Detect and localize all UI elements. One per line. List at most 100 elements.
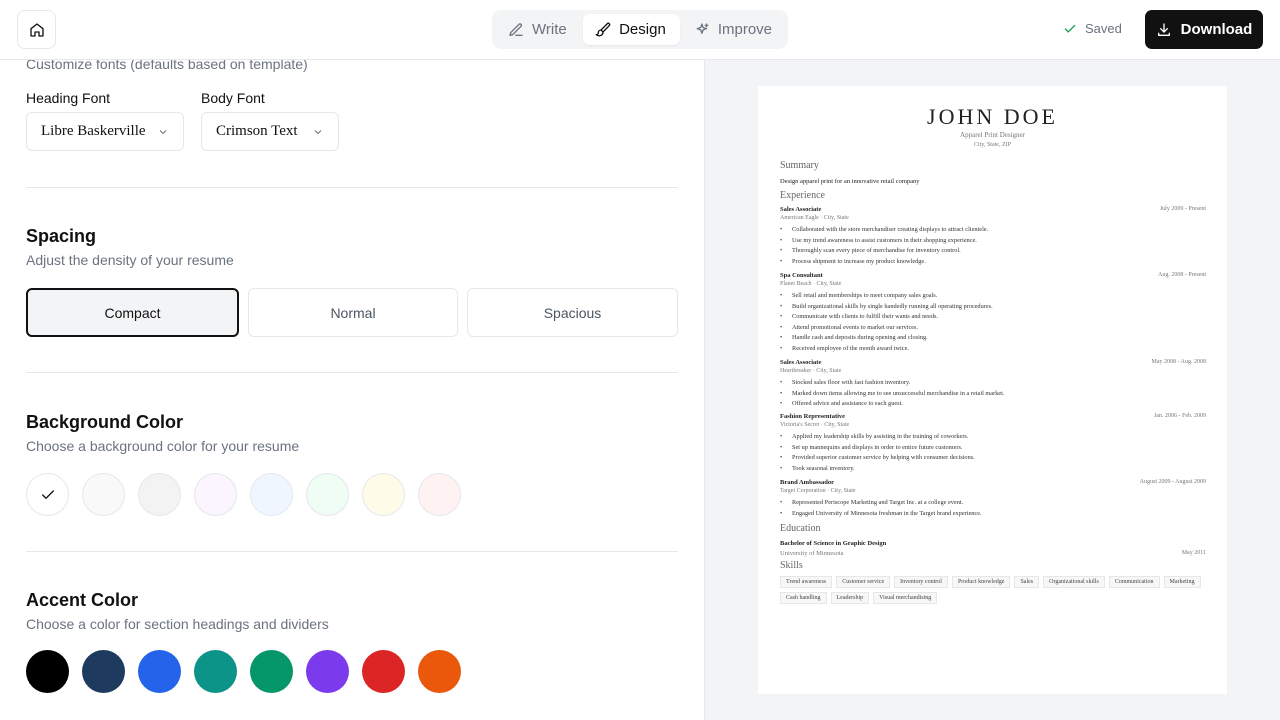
job-bullet: Applied my leadership skills by assistin… [780,433,969,440]
resume-location: City, State, ZIP [974,142,1011,148]
skill-chip: Customer service [836,576,891,588]
job-bullet: Collaborated with the store merchandiser… [780,226,988,233]
tab-improve-label: Improve [717,21,772,38]
body-font-select[interactable]: Crimson Text [201,112,339,151]
job-bullet-text: Handle cash and deposits during opening … [792,334,928,342]
job-bullet-text: Provided superior customer service by he… [792,454,975,462]
job-bullet-text: Represented Periscope Marketing and Targ… [792,499,964,506]
save-status: Saved [1063,21,1122,36]
heading-font-label: Heading Font [26,90,111,106]
pencil-square-icon [509,22,523,36]
skills-heading: Skills [780,560,803,571]
download-label: Download [1180,21,1253,38]
heading-font-select[interactable]: Libre Baskerville [26,112,184,151]
accent-color-swatch[interactable] [418,650,461,693]
job-dates: July 2009 - Present [1159,206,1206,212]
job-bullet: Took seasonal inventory. [780,464,855,472]
check-icon [41,489,54,499]
job-bullet: Represented Periscope Marketing and Targ… [780,499,964,506]
background-color-swatch[interactable] [138,473,181,516]
skill-chip: Sales [1014,576,1040,588]
spacing-description: Adjust the density of your resume [26,252,234,268]
background-color-swatch[interactable] [194,473,237,516]
resume-title: Apparel Print Designer [960,131,1025,139]
spacing-title: Spacing [26,226,97,246]
accent-color-description: Choose a color for section headings and … [26,616,329,632]
accent-color-swatch[interactable] [362,650,405,693]
design-panel[interactable]: Customize fonts (defaults based on templ… [0,60,705,720]
job-bullet-text: Communicate with clients to fulfill thei… [792,313,939,321]
background-color-swatch[interactable] [418,473,461,516]
job-bullet-text: Engaged University of Minnesota freshman… [792,509,982,517]
top-bar: Write Design Improve Saved Download [0,0,1280,60]
skill-chip: Inventory control [894,576,948,588]
home-button[interactable] [17,10,56,49]
tab-design-label: Design [619,21,666,38]
spacing-spacious-button[interactable]: Spacious [467,288,678,337]
tab-improve[interactable]: Improve [682,14,784,45]
accent-color-swatch[interactable] [138,650,181,693]
background-color-swatch[interactable] [82,473,125,516]
divider [26,187,678,188]
skill-chip: Product knowledge [951,576,1011,588]
spacing-compact-button[interactable]: Compact [26,288,239,337]
background-color-swatch[interactable] [362,473,405,516]
home-icon [29,22,44,37]
job-company: Heartbreaker · City, State [780,368,842,374]
grad-date: May 2011 [1181,550,1206,556]
job-bullet-text: Sell retail and memberships to meet comp… [792,292,938,299]
accent-color-title: Accent Color [26,590,139,610]
accent-color-swatch[interactable] [26,650,69,693]
job-bullet-text: Build organizational skills by single ha… [792,302,993,310]
degree: Bachelor of Science in Graphic Design [780,540,887,547]
job-dates: May 2008 - Aug. 2008 [1151,359,1207,365]
summary-heading: Summary [780,160,819,171]
download-icon [1157,22,1170,36]
skill-chip: Marketing [1163,576,1201,588]
tab-design[interactable]: Design [583,14,680,45]
job-bullet-text: Attend promotional events to market our … [792,323,919,331]
background-color-swatch[interactable] [26,473,69,516]
skill-chip: Leadership [830,592,870,604]
background-color-swatch[interactable] [306,473,349,516]
spacing-normal-button[interactable]: Normal [248,288,458,337]
skill-chip: Visual merchandising [873,592,938,604]
skill-chip: Trend awareness [780,576,833,588]
job-bullet: Use my trend awareness to assist custome… [780,237,977,244]
background-color-swatch[interactable] [250,473,293,516]
job-company: Planet Beach · City, State [780,281,842,287]
job-bullet: Set up mannequins and displays in order … [780,444,963,451]
education-heading: Education [780,523,821,534]
skill-chip: Cash handling [780,592,827,604]
job-bullet-text: Received employee of the month award twi… [792,345,909,352]
job-bullet: Handle cash and deposits during opening … [780,334,928,342]
accent-color-swatch[interactable] [194,650,237,693]
body-font-value: Crimson Text [216,123,298,139]
sparkles-icon [696,22,709,34]
job-bullet-text: Thoroughly scan every piece of merchandi… [792,247,961,255]
download-button[interactable]: Download [1145,10,1263,49]
skills-list: Trend awareness Customer service Inventory… [780,576,1210,604]
job-bullet-text: Applied my leadership skills by assistin… [792,433,969,440]
job-dates: Aug. 2008 - Present [1158,272,1206,278]
job-company: Victoria's Secret · City, State [780,422,850,428]
job-bullet-text: Took seasonal inventory. [792,464,855,472]
background-color-description: Choose a background color for your resum… [26,438,300,454]
job-bullet-text: Marked down items allowing me to see uns… [792,389,1005,397]
job-dates: August 2009 - August 2009 [1139,479,1206,485]
mode-switcher: Write Design Improve [492,10,788,49]
resume-name: JOHN DOE [927,104,1058,129]
heading-font-value: Libre Baskerville [41,123,146,139]
accent-color-swatch[interactable] [306,650,349,693]
job-bullet: Attend promotional events to market our … [780,323,919,331]
job-role: Sales Associate [780,206,822,213]
school: University of Minnesota [780,550,844,557]
accent-color-swatch[interactable] [82,650,125,693]
paintbrush-icon [595,22,611,36]
tab-write[interactable]: Write [496,14,581,45]
accent-color-swatch[interactable] [250,650,293,693]
job-bullet: Engaged University of Minnesota freshman… [780,509,982,517]
chevron-down-icon [159,129,167,134]
job-role: Spa Consultant [780,272,823,279]
job-bullet: Build organizational skills by single ha… [780,302,993,310]
